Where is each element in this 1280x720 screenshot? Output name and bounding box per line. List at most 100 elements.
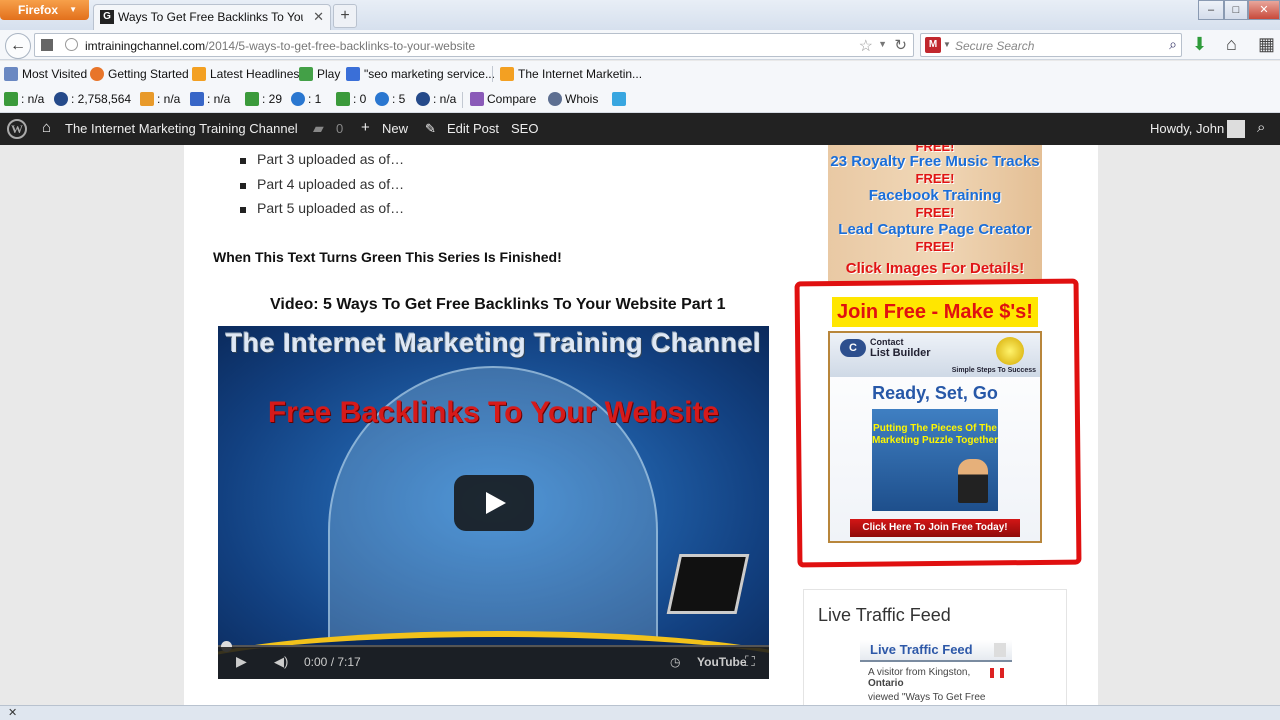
bookmark-most-visited[interactable]: Most Visited [4, 67, 87, 81]
seo-dmoz[interactable]: : n/a [140, 92, 180, 106]
seo-value: : 29 [262, 92, 283, 106]
video-title: Video: 5 Ways To Get Free Backlinks To Y… [270, 296, 726, 313]
close-addon-bar-icon[interactable]: ✕ [8, 706, 17, 719]
traffic-feed[interactable]: Live Traffic Feed A visitor from Kingsto… [860, 640, 1012, 705]
contact-list-builder-ad[interactable]: C Contact List Builder Simple Steps To S… [828, 331, 1042, 543]
list-item: Part 3 uploaded as of… [240, 151, 404, 176]
pagerank-icon [4, 92, 18, 106]
seo-toolbar: : n/a : 2,758,564 : n/a : n/a : 29 : 1 :… [0, 87, 1280, 113]
seo-value: : 5 [392, 92, 406, 106]
free-offers-ad[interactable]: FREE! 23 Royalty Free Music Tracks FREE!… [828, 145, 1042, 283]
close-tab-icon[interactable]: ✕ [313, 9, 324, 25]
wp-admin-bar: W ⌂ The Internet Marketing Training Chan… [0, 113, 1280, 145]
wp-greeting[interactable]: Howdy, John [1150, 121, 1224, 136]
play-icon[interactable]: ▶ [236, 653, 247, 670]
seo-twitter[interactable] [612, 92, 629, 106]
widget-heading: Live Traffic Feed [818, 605, 951, 625]
seo-whois[interactable]: Whois [548, 92, 598, 106]
google-icon [346, 67, 360, 81]
bookmark-label: The Internet Marketin... [518, 67, 643, 81]
mcafee-shield-icon[interactable]: M [925, 37, 941, 53]
seo-alexa-alpha[interactable]: : n/a [190, 92, 230, 106]
bookmark-seo-marketing[interactable]: "seo marketing service... [346, 67, 495, 81]
address-bar[interactable]: imtrainingchannel.com/2014/5-ways-to-get… [34, 33, 914, 57]
live-traffic-widget: Live Traffic Feed Live Traffic Feed A vi… [803, 589, 1067, 705]
puzzle-graphic: Putting The Pieces Of The Marketing Puzz… [872, 409, 998, 511]
firefox-menu-button[interactable]: Firefox ▼ [0, 0, 89, 20]
bing-backlinks-icon [375, 92, 389, 106]
ad-tagline: Simple Steps To Success [951, 367, 1036, 374]
youtube-logo[interactable]: YouTube [697, 655, 747, 669]
wp-site-name[interactable]: The Internet Marketing Training Channel [65, 121, 298, 136]
join-free-button[interactable]: Click Here To Join Free Today! [850, 519, 1020, 537]
search-box[interactable]: M ▼ Secure Search ⌕ [920, 33, 1182, 57]
bookmark-latest-headlines[interactable]: Latest Headlines [192, 67, 299, 81]
search-engine-dropdown-icon[interactable]: ▼ [943, 40, 951, 49]
seo-bing-index[interactable]: : 1 [291, 92, 321, 106]
seo-compare[interactable]: Compare [470, 92, 536, 106]
comment-icon[interactable]: ▰ [313, 120, 324, 137]
maximize-button[interactable]: □ [1224, 0, 1248, 20]
video-controls: ▶ ◀) 0:00 / 7:17 ◷ YouTube ⛶ [218, 647, 769, 679]
bookmark-label: Latest Headlines [210, 67, 300, 81]
seo-value: : n/a [433, 92, 457, 106]
new-tab-button[interactable]: + [333, 4, 357, 28]
avatar[interactable] [1227, 120, 1245, 138]
home-icon[interactable]: ⌂ [1226, 34, 1237, 55]
page-icon [41, 39, 53, 51]
join-free-banner[interactable]: Join Free - Make $'s! [832, 297, 1038, 327]
play-button[interactable] [454, 475, 534, 531]
volume-icon[interactable]: ◀) [274, 654, 288, 670]
ad-line: Lead Capture Page Creator [838, 221, 1032, 238]
bookmark-internet-marketing[interactable]: The Internet Marketin... [500, 67, 642, 81]
laptop-graphic [666, 554, 750, 614]
reload-icon[interactable]: ↻ [894, 36, 907, 54]
menu-grid-icon[interactable]: ▦ [1258, 34, 1275, 55]
clock-icon[interactable]: ◷ [670, 655, 680, 669]
feed-settings-icon[interactable] [994, 643, 1006, 657]
canada-flag-icon [990, 668, 1004, 678]
seo-value: Whois [565, 92, 599, 106]
seo-archive[interactable]: : n/a [416, 92, 456, 106]
back-button[interactable]: ← [5, 33, 31, 59]
seo-alexa-rank[interactable]: : 2,758,564 [54, 92, 131, 106]
download-icon[interactable]: ⬇ [1192, 34, 1207, 55]
minimize-button[interactable]: – [1198, 0, 1224, 20]
seo-google-backlinks[interactable]: : 0 [336, 92, 366, 106]
seo-bing-backlinks[interactable]: : 5 [375, 92, 405, 106]
bookmark-getting-started[interactable]: Getting Started [90, 67, 189, 81]
wp-seo-button[interactable]: SEO [511, 121, 538, 136]
seo-pagerank[interactable]: : n/a [4, 92, 44, 106]
bookmark-star-icon[interactable]: ☆ [859, 36, 873, 56]
url-dropdown-icon[interactable]: ▼ [878, 39, 887, 49]
close-window-button[interactable]: ✕ [1248, 0, 1280, 20]
wp-new-button[interactable]: New [382, 121, 408, 136]
globe-icon[interactable] [65, 38, 78, 51]
list-item: Part 4 uploaded as of… [240, 176, 404, 201]
bookmark-play[interactable]: Play [299, 67, 340, 81]
wordpress-logo-icon[interactable]: W [7, 119, 27, 139]
search-icon[interactable]: ⌕ [1169, 36, 1177, 53]
tab-title: Ways To Get Free Backlinks To Your We... [118, 10, 303, 24]
url-host: imtrainingchannel.com [85, 39, 206, 53]
alexa-alpha-icon [190, 92, 204, 106]
seo-google-index[interactable]: : 29 [245, 92, 282, 106]
puzzle-text: Putting The Pieces Of The Marketing Puzz… [872, 423, 998, 446]
bookmark-separator [492, 66, 493, 82]
video-player[interactable]: The Internet Marketing Training Channel … [218, 326, 769, 679]
search-icon[interactable]: ⌕ [1257, 119, 1265, 136]
wp-edit-post-button[interactable]: Edit Post [447, 121, 499, 136]
home-icon[interactable]: ⌂ [42, 119, 51, 136]
comments-count[interactable]: 0 [336, 121, 343, 136]
ad-product-name: Ready, Set, Go [872, 383, 998, 403]
pencil-icon[interactable]: ✎ [425, 121, 436, 137]
fullscreen-icon[interactable]: ⛶ [745, 653, 755, 670]
plus-icon[interactable]: + [361, 119, 370, 136]
tab-active[interactable]: G Ways To Get Free Backlinks To Your We.… [93, 4, 331, 30]
ad-line: FREE! [915, 205, 955, 220]
seo-value: : n/a [21, 92, 45, 106]
bookmark-label: "seo marketing service... [364, 67, 495, 81]
google-index-icon [245, 92, 259, 106]
feed-title: Live Traffic Feed [860, 640, 1012, 662]
twitter-icon [612, 92, 626, 106]
